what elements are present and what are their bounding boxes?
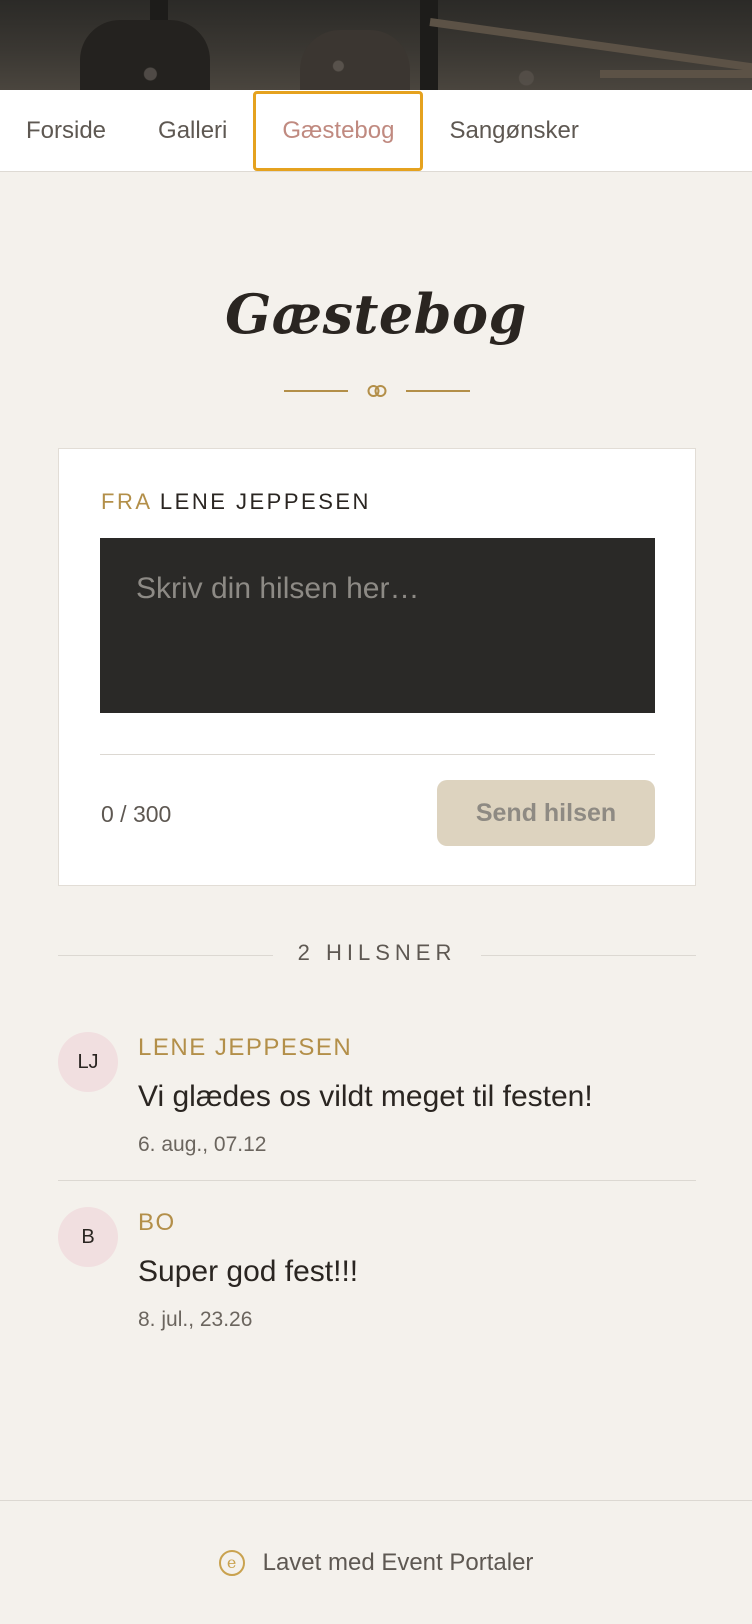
page-title: Gæstebog	[225, 282, 527, 346]
hero-stones	[0, 50, 752, 90]
nav-item-galleri[interactable]: Galleri	[132, 90, 253, 172]
nav-item-gaestebog[interactable]: Gæstebog	[253, 90, 424, 171]
greeting-author: BO	[138, 1209, 176, 1236]
greeting-form-card: FRA LENE JEPPESEN 0 / 300 Send hilsen	[58, 448, 696, 886]
avatar: B	[58, 1207, 118, 1267]
greeting-count-row: 2 HILSNER	[58, 940, 696, 970]
nav-item-forside[interactable]: Forside	[0, 90, 132, 172]
main-nav: Forside Galleri Gæstebog Sangønsker	[0, 90, 752, 172]
count-divider-right	[481, 955, 696, 956]
greeting-message-input[interactable]	[100, 538, 655, 713]
nav-item-sangoensker[interactable]: Sangønsker	[423, 90, 604, 172]
send-greeting-button[interactable]: Send hilsen	[437, 780, 655, 846]
from-label: FRA	[101, 489, 152, 514]
title-ornament	[284, 380, 470, 404]
greeting-text: Super god fest!!!	[138, 1255, 359, 1288]
greeting-date: 8. jul., 23.26	[138, 1308, 253, 1331]
ornament-line-left	[284, 390, 348, 392]
greeting-text: Vi glædes os vildt meget til festen!	[138, 1080, 593, 1113]
entry-divider	[58, 1180, 696, 1181]
hero-image	[0, 0, 752, 90]
footer: e Lavet med Event Portaler	[0, 1500, 752, 1624]
card-divider	[100, 754, 655, 755]
event-portaler-logo-icon: e	[218, 1550, 245, 1576]
greeting-date: 6. aug., 07.12	[138, 1133, 267, 1156]
greeting-author: LENE JEPPESEN	[138, 1034, 353, 1061]
ornament-line-right	[406, 390, 470, 392]
from-name: LENE JEPPESEN	[159, 489, 371, 514]
footer-credit[interactable]: e Lavet med Event Portaler	[0, 1549, 752, 1577]
rings-icon	[367, 385, 387, 397]
from-line: FRA LENE JEPPESEN	[101, 489, 371, 515]
greeting-count: 2 HILSNER	[297, 940, 457, 965]
footer-text: Lavet med Event Portaler	[262, 1549, 534, 1576]
avatar: LJ	[58, 1032, 118, 1092]
character-counter: 0 / 300	[101, 801, 172, 827]
